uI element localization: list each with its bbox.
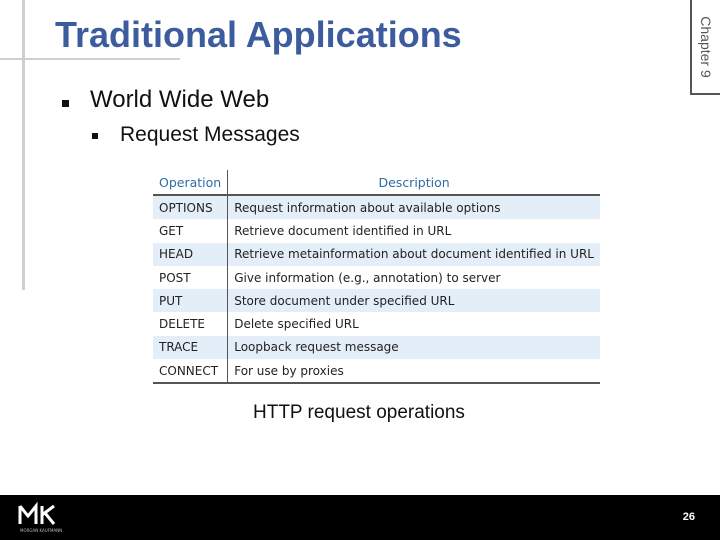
operation-cell: OPTIONS [153, 195, 229, 220]
decorative-rule-vertical [22, 0, 25, 290]
description-cell: Delete specified URL [227, 312, 600, 336]
slide-title: Traditional Applications [55, 14, 462, 55]
bullet-world-wide-web: World Wide Web [90, 86, 270, 113]
operation-cell: HEAD [153, 242, 229, 266]
decorative-rule-horizontal [0, 58, 180, 60]
table-caption: HTTP request operations [253, 402, 465, 423]
operation-cell: CONNECT [153, 359, 229, 385]
operation-cell: TRACE [153, 335, 229, 360]
bullet-marker-level2 [92, 133, 98, 139]
description-cell: Store document under specified URL [227, 289, 600, 313]
description-cell: Request information about available opti… [227, 195, 600, 220]
page-number: 26 [682, 511, 695, 523]
bullet-marker-level1 [62, 100, 69, 107]
column-header-operation: Operation [153, 170, 229, 196]
description-cell: Retrieve document identified in URL [227, 219, 600, 243]
logo-tagline: MORGAN KAUFMANN [20, 528, 62, 533]
operation-cell: GET [153, 219, 229, 243]
publisher-logo: MORGAN KAUFMANN [18, 502, 62, 533]
description-cell: Loopback request message [227, 335, 600, 360]
operation-cell: POST [153, 265, 229, 290]
table-row: HEAD Retrieve metainformation about docu… [153, 242, 600, 266]
description-cell: Give information (e.g., annotation) to s… [227, 265, 600, 290]
table-header-row: Operation Description [153, 170, 600, 196]
table-row: CONNECT For use by proxies [153, 359, 600, 385]
operation-cell: DELETE [153, 312, 229, 336]
description-cell: Retrieve metainformation about document … [227, 242, 600, 266]
chapter-tab: Chapter 9 [690, 0, 720, 95]
table-row: GET Retrieve document identified in URL [153, 219, 600, 243]
operation-cell: PUT [153, 289, 229, 313]
table-row: OPTIONS Request information about availa… [153, 195, 600, 220]
table-row: POST Give information (e.g., annotation)… [153, 265, 600, 290]
table-row: DELETE Delete specified URL [153, 312, 600, 336]
description-cell: For use by proxies [227, 359, 600, 385]
table-row: TRACE Loopback request message [153, 335, 600, 360]
column-header-description: Description [227, 170, 600, 196]
table-row: PUT Store document under specified URL [153, 289, 600, 313]
footer-bar: MORGAN KAUFMANN 26 [0, 495, 720, 540]
bullet-request-messages: Request Messages [120, 123, 300, 146]
http-operations-table: Operation Description OPTIONS Request in… [153, 170, 600, 385]
chapter-label: Chapter 9 [698, 16, 714, 78]
